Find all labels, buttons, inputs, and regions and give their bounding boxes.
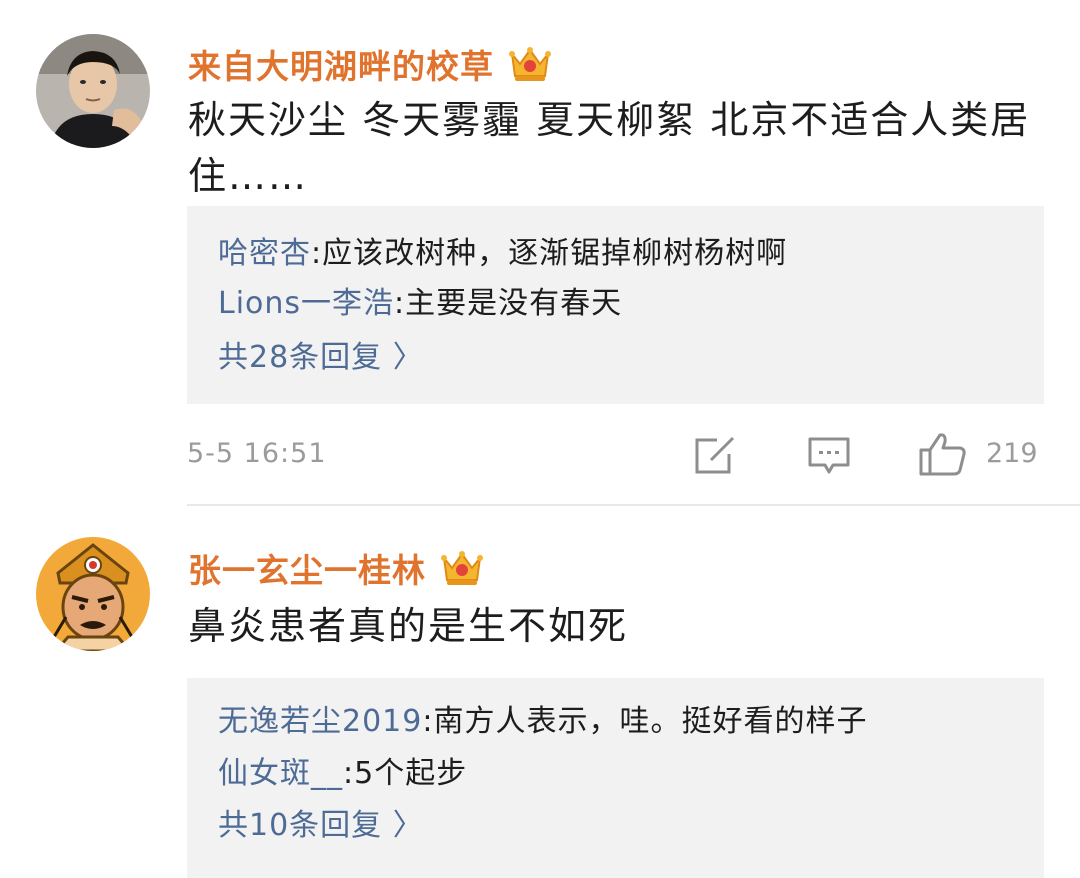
reply-username[interactable]: 仙女斑__ — [218, 756, 343, 791]
timestamp: 5-5 16:51 — [187, 438, 327, 469]
comment-content: 鼻炎患者真的是生不如死 — [188, 604, 629, 648]
comment-icon[interactable] — [807, 436, 851, 476]
reply-text: 应该改树种，逐渐锯掉柳树杨树啊 — [322, 236, 788, 271]
reply-box[interactable]: 无逸若尘2019:南方人表示，哇。挺好看的样子 仙女斑__:5个起步 共10条回… — [187, 678, 1044, 878]
like-count: 219 — [986, 438, 1038, 469]
reply-separator: : — [343, 756, 355, 791]
comment-content: 秋天沙尘 冬天雾霾 夏天柳絮 北京不适合人类居住…… — [188, 98, 1031, 198]
crown-icon — [509, 47, 551, 81]
edit-icon[interactable] — [693, 436, 737, 476]
reply-text: 5个起步 — [354, 756, 468, 791]
reply-username[interactable]: 无逸若尘2019 — [218, 704, 422, 739]
reply-text: 主要是没有春天 — [405, 286, 623, 321]
view-more-replies-link[interactable]: 共10条回复 〉 — [218, 806, 424, 846]
avatar-image — [36, 34, 150, 148]
reply-item: 哈密杏:应该改树种，逐渐锯掉柳树杨树啊 — [218, 234, 787, 274]
username[interactable]: 张一玄尘一桂林 — [188, 544, 426, 592]
reply-item: 无逸若尘2019:南方人表示，哇。挺好看的样子 — [218, 702, 867, 742]
reply-separator: : — [394, 286, 406, 321]
crown-icon — [441, 551, 483, 585]
view-more-replies-link[interactable]: 共28条回复 〉 — [218, 338, 424, 378]
comment-item: 来自大明湖畔的校草 秋天沙尘 冬天雾霾 夏天柳絮 北京不适合人类居住…… 哈密杏… — [0, 0, 1080, 506]
reply-item: 仙女斑__:5个起步 — [218, 754, 467, 794]
avatar[interactable] — [36, 34, 150, 148]
username[interactable]: 来自大明湖畔的校草 — [188, 40, 494, 88]
reply-separator: : — [422, 704, 434, 739]
reply-separator: : — [311, 236, 323, 271]
reply-text: 南方人表示，哇。挺好看的样子 — [433, 704, 868, 739]
reply-box[interactable]: 哈密杏:应该改树种，逐渐锯掉柳树杨树啊 Lions一李浩:主要是没有春天 共28… — [187, 206, 1044, 404]
avatar[interactable] — [36, 537, 150, 651]
reply-item: Lions一李浩:主要是没有春天 — [218, 284, 622, 324]
thumbs-up-icon[interactable] — [918, 432, 968, 476]
avatar-image — [36, 537, 150, 651]
reply-username[interactable]: Lions一李浩 — [218, 286, 394, 321]
reply-username[interactable]: 哈密杏 — [218, 236, 311, 271]
divider — [187, 504, 1080, 506]
